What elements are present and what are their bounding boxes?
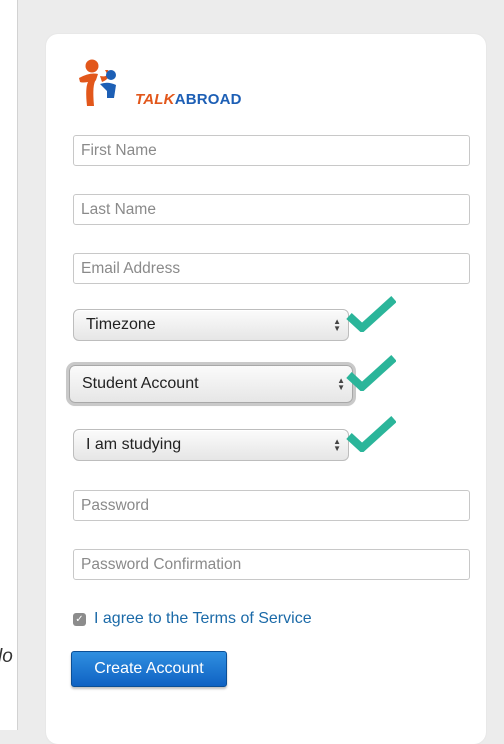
account-type-select-value: Student Account — [82, 375, 199, 392]
timezone-select-value: Timezone — [86, 316, 156, 333]
password-confirmation-field[interactable] — [73, 549, 470, 580]
password-field[interactable] — [73, 490, 470, 521]
timezone-select[interactable]: Timezone ▲ ▼ — [73, 309, 349, 341]
studying-select[interactable]: I am studying ▲ ▼ — [73, 429, 349, 461]
terms-label[interactable]: I agree to the Terms of Service — [94, 610, 312, 628]
email-input[interactable] — [74, 254, 469, 283]
checkmark-icon — [346, 355, 396, 391]
checkbox-checked-icon[interactable]: ✓ — [73, 612, 86, 626]
first-name-input[interactable] — [74, 136, 469, 165]
terms-agreement[interactable]: ✓ I agree to the Terms of Service — [73, 609, 312, 629]
brand-logo: TALKABROAD — [76, 58, 276, 108]
last-name-input[interactable] — [74, 195, 469, 224]
updown-arrows-icon: ▲ ▼ — [333, 437, 341, 453]
email-field[interactable] — [73, 253, 470, 284]
password-confirmation-input[interactable] — [74, 550, 469, 579]
password-input[interactable] — [74, 491, 469, 520]
last-name-field[interactable] — [73, 194, 470, 225]
brand-name: TALKABROAD — [135, 91, 242, 108]
checkmark-icon — [346, 296, 396, 332]
brand-name-part2: ABROAD — [174, 91, 242, 108]
signup-card: TALKABROAD Timezone ▲▼ Student Account ▲… — [46, 34, 486, 744]
updown-arrows-icon: ▲ ▼ — [333, 317, 341, 333]
people-logo-icon — [79, 59, 116, 106]
account-type-select[interactable]: Student Account ▲ ▼ — [69, 365, 353, 403]
create-account-button[interactable]: Create Account — [71, 651, 227, 687]
checkmark-icon — [346, 416, 396, 452]
updown-arrows-icon: ▲ ▼ — [337, 376, 345, 392]
first-name-field[interactable] — [73, 135, 470, 166]
brand-name-part1: TALK — [135, 91, 175, 108]
clipped-text: lo — [0, 646, 13, 667]
left-sidebar-edge — [0, 0, 18, 730]
studying-select-value: I am studying — [86, 436, 182, 453]
